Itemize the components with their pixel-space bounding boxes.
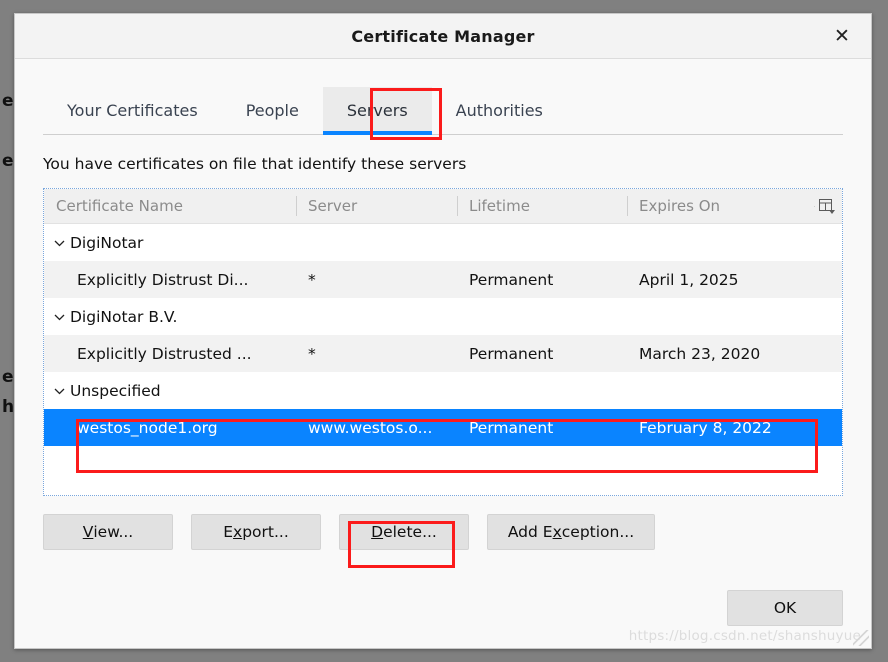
delete-button-mnemonic: D bbox=[371, 523, 384, 541]
column-header-expires-on[interactable]: Expires On bbox=[627, 189, 812, 223]
certificates-tree[interactable]: Certificate Name Server Lifetime Expires… bbox=[43, 188, 843, 496]
tab-servers[interactable]: Servers bbox=[322, 87, 432, 135]
export-button-mnemonic: x bbox=[233, 523, 243, 541]
watermark-text: https://blog.csdn.net/shanshuyue bbox=[628, 628, 861, 644]
chevron-down-icon[interactable] bbox=[52, 383, 67, 398]
chevron-down-icon[interactable] bbox=[52, 309, 67, 324]
tree-group-label: Unspecified bbox=[70, 381, 161, 400]
tree-group-label: DigiNotar bbox=[70, 233, 144, 252]
tab-your-certificates[interactable]: Your Certificates bbox=[43, 87, 222, 134]
tab-label: Servers bbox=[346, 101, 408, 120]
cell-lifetime: Permanent bbox=[469, 270, 554, 289]
delete-button-post: elete... bbox=[383, 523, 437, 541]
certificate-manager-dialog: Certificate Manager ✕ Your Certificates … bbox=[14, 13, 872, 649]
close-icon[interactable]: ✕ bbox=[829, 23, 855, 49]
bg-fragment-3: h bbox=[2, 397, 15, 417]
tree-group-row[interactable]: Unspecified bbox=[44, 372, 842, 409]
export-button[interactable]: Ex port... bbox=[191, 514, 321, 550]
tab-people[interactable]: People bbox=[222, 87, 323, 134]
chevron-down-icon[interactable] bbox=[52, 235, 67, 250]
action-button-row: View... Ex port... Delete... Add Ex ceptio… bbox=[43, 514, 843, 550]
cell-certificate-name: Explicitly Distrust Di... bbox=[77, 270, 249, 289]
tab-bar: Your Certificates People Servers Authori… bbox=[43, 87, 843, 135]
tab-label: Authorities bbox=[455, 101, 543, 120]
export-button-post: port... bbox=[242, 523, 289, 541]
column-header-server[interactable]: Server bbox=[296, 189, 457, 223]
tree-group-row[interactable]: DigiNotar B.V. bbox=[44, 298, 842, 335]
add-exception-button-post: ception... bbox=[561, 523, 635, 541]
table-row[interactable]: Explicitly Distrust Di... * Permanent Ap… bbox=[44, 261, 842, 298]
cell-lifetime: Permanent bbox=[469, 344, 554, 363]
ok-button[interactable]: OK bbox=[727, 590, 843, 626]
column-header-lifetime[interactable]: Lifetime bbox=[457, 189, 627, 223]
bg-fragment-0: e bbox=[2, 91, 14, 111]
export-button-pre: E bbox=[223, 523, 234, 541]
resize-grip[interactable] bbox=[853, 630, 869, 646]
ok-button-wrap: OK bbox=[727, 590, 843, 626]
add-exception-button-mnemonic: x bbox=[552, 523, 562, 541]
cell-expires-on: February 8, 2022 bbox=[639, 418, 772, 437]
cell-certificate-name: Explicitly Distrusted ... bbox=[77, 344, 252, 363]
cell-certificate-name: westos_node1.org bbox=[77, 418, 218, 437]
view-button-post: iew... bbox=[93, 523, 134, 541]
dialog-title: Certificate Manager bbox=[351, 26, 535, 46]
column-picker-icon[interactable] bbox=[812, 198, 842, 214]
dialog-content: Your Certificates People Servers Authori… bbox=[15, 59, 871, 648]
tree-group-label: DigiNotar B.V. bbox=[70, 307, 178, 326]
cell-expires-on: April 1, 2025 bbox=[639, 270, 739, 289]
tree-group-row[interactable]: DigiNotar bbox=[44, 224, 842, 261]
tab-label: People bbox=[245, 101, 299, 120]
cell-lifetime: Permanent bbox=[469, 418, 554, 437]
cell-server: www.westos.o... bbox=[308, 418, 433, 437]
tree-header-row: Certificate Name Server Lifetime Expires… bbox=[44, 189, 842, 224]
tab-authorities[interactable]: Authorities bbox=[432, 87, 567, 134]
view-button[interactable]: View... bbox=[43, 514, 173, 550]
dialog-titlebar: Certificate Manager ✕ bbox=[15, 14, 871, 59]
cell-expires-on: March 23, 2020 bbox=[639, 344, 761, 363]
delete-button[interactable]: Delete... bbox=[339, 514, 469, 550]
add-exception-button-pre: Add E bbox=[507, 523, 553, 541]
table-row[interactable]: Explicitly Distrusted ... * Permanent Ma… bbox=[44, 335, 842, 372]
cell-server: * bbox=[308, 344, 316, 363]
tab-label: Your Certificates bbox=[67, 101, 198, 120]
column-header-certificate-name[interactable]: Certificate Name bbox=[44, 189, 296, 223]
page-description: You have certificates on file that ident… bbox=[43, 155, 467, 173]
add-exception-button[interactable]: Add Ex ception... bbox=[487, 514, 655, 550]
cell-server: * bbox=[308, 270, 316, 289]
table-row-selected[interactable]: westos_node1.org www.westos.o... Permane… bbox=[44, 409, 842, 446]
view-button-mnemonic: V bbox=[82, 523, 94, 541]
